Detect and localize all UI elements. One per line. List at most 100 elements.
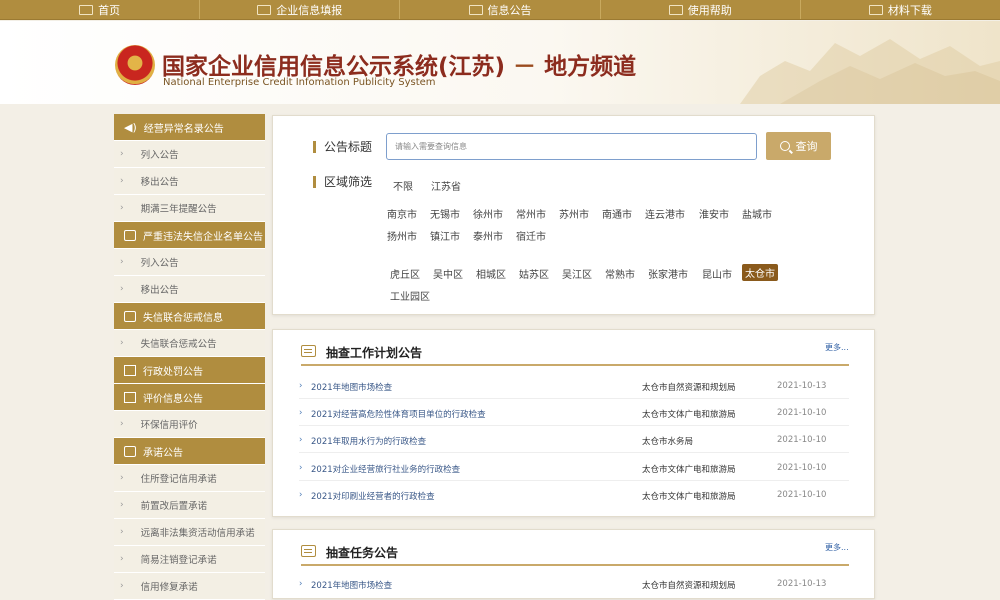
row-title[interactable]: 2021年地图市场检查 [311, 381, 392, 393]
city-chip[interactable]: 常州市 [516, 206, 546, 221]
city-chip[interactable]: 连云港市 [645, 206, 685, 221]
nav-home[interactable]: 首页 [0, 0, 201, 19]
district-chip[interactable]: 吴江区 [562, 266, 592, 281]
document-icon [124, 391, 136, 403]
sidebar-item-credit-repair-commit[interactable]: › 信用修复承诺 [114, 573, 265, 600]
district-chip[interactable]: 姑苏区 [519, 266, 549, 281]
task-panel-header: 抽查任务公告 更多... [301, 542, 849, 566]
chevron-right-icon: › [299, 408, 303, 418]
chevron-right-icon: › [120, 257, 124, 267]
sidebar-item-joint-punishment[interactable]: › 失信联合惩戒公告 [114, 330, 265, 357]
city-chip[interactable]: 宿迁市 [516, 228, 546, 243]
sidebar-item-label: 信用修复承诺 [140, 582, 198, 593]
city-chip[interactable]: 南通市 [602, 206, 632, 221]
city-chip[interactable]: 淮安市 [699, 206, 729, 221]
sidebar-item-simple-cancel-commit[interactable]: › 简易注销登记承诺 [114, 546, 265, 573]
district-chip[interactable]: 虎丘区 [390, 266, 420, 281]
region-chip-province[interactable]: 江苏省 [431, 178, 461, 193]
district-chip-selected[interactable]: 太仓市 [742, 264, 778, 281]
district-chip[interactable]: 工业园区 [390, 288, 430, 303]
row-org: 太仓市文体广电和旅游局 [642, 492, 736, 502]
chevron-right-icon: › [120, 419, 124, 429]
header-banner: 国家企业信用信息公示系统(江苏) － 地方频道 National Enterpr… [0, 21, 1000, 104]
nav-downloads[interactable]: 材料下载 [801, 0, 1000, 19]
search-input[interactable] [386, 133, 757, 160]
site-title-sub: 地方频道 [544, 54, 637, 80]
district-chip[interactable]: 吴中区 [433, 266, 463, 281]
plan-row[interactable]: › 2021年取用水行为的行政检查 太仓市水务局 2021-10-10 [299, 426, 849, 453]
sidebar-group-commitment[interactable]: 承诺公告 [114, 438, 265, 465]
nav-announcements[interactable]: 信息公告 [400, 0, 601, 19]
city-chip[interactable]: 扬州市 [387, 228, 417, 243]
city-chip[interactable]: 苏州市 [559, 206, 589, 221]
chevron-right-icon: › [299, 579, 303, 589]
calendar-icon [124, 445, 136, 457]
task-announcement-panel: 抽查任务公告 更多... › 2021年地图市场检查 太仓市自然资源和规划局 2021… [272, 529, 875, 599]
sidebar-item-violation-remove[interactable]: › 移出公告 [114, 276, 265, 303]
row-title[interactable]: 2021对企业经营旅行社业务的行政检查 [311, 463, 460, 475]
row-title[interactable]: 2021对经营高危险性体育项目单位的行政检查 [311, 408, 486, 420]
sidebar-item-env-credit[interactable]: › 环保信用评价 [114, 411, 265, 438]
plan-row[interactable]: › 2021年地图市场检查 太仓市自然资源和规划局 2021-10-13 [299, 372, 849, 399]
row-title[interactable]: 2021年取用水行为的行政检查 [311, 435, 426, 447]
nav-info-report[interactable]: 企业信息填报 [200, 0, 401, 19]
city-chip[interactable]: 无锡市 [430, 206, 460, 221]
city-chip[interactable]: 镇江市 [430, 228, 460, 243]
chevron-right-icon: › [120, 203, 124, 213]
label-bar [313, 175, 316, 188]
plan-row[interactable]: › 2021对经营高危险性体育项目单位的行政检查 太仓市文体广电和旅游局 2021-1… [299, 399, 849, 426]
row-org: 太仓市文体广电和旅游局 [642, 410, 736, 420]
district-chip[interactable]: 相城区 [476, 266, 506, 281]
monitor-icon [79, 4, 94, 15]
row-org: 太仓市自然资源和规划局 [642, 581, 736, 591]
row-date: 2021-10-10 [777, 490, 827, 500]
task-row[interactable]: › 2021年地图市场检查 太仓市自然资源和规划局 2021-10-13 [299, 570, 849, 597]
search-button[interactable]: 查询 [766, 132, 831, 160]
plan-more-link[interactable]: 更多... [825, 342, 849, 353]
plan-row[interactable]: › 2021对印刷业经营者的行政检查 太仓市文体广电和旅游局 2021-10-10 [299, 481, 849, 508]
region-chip-any[interactable]: 不限 [393, 178, 413, 193]
pen-icon [868, 4, 883, 15]
chevron-right-icon: › [120, 500, 124, 510]
sidebar-group-evaluation[interactable]: 评价信息公告 [114, 384, 265, 411]
chevron-right-icon: › [299, 435, 303, 445]
sidebar-item-abnormal-expiry[interactable]: › 期满三年提醒公告 [114, 195, 265, 222]
speaker-icon [668, 4, 683, 15]
sidebar-group-label: 经营异常名录公告 [143, 123, 224, 135]
sidebar-item-prepost-commit[interactable]: › 前置改后置承诺 [114, 492, 265, 519]
city-chip[interactable]: 南京市 [387, 206, 417, 221]
calendar-icon [124, 229, 136, 241]
city-chip[interactable]: 泰州市 [473, 228, 503, 243]
row-title[interactable]: 2021年地图市场检查 [311, 579, 392, 591]
sidebar-item-abnormal-remove[interactable]: › 移出公告 [114, 168, 265, 195]
row-title[interactable]: 2021对印刷业经营者的行政检查 [311, 490, 435, 502]
sidebar-item-label: 移出公告 [140, 177, 179, 188]
sidebar-item-fundraising-commit[interactable]: › 远离非法集资活动信用承诺 [114, 519, 265, 546]
sidebar-item-residence-commit[interactable]: › 住所登记信用承诺 [114, 465, 265, 492]
site-title-en: National Enterprise Credit Infomation Pu… [163, 77, 436, 88]
sidebar-group-label: 行政处罚公告 [143, 366, 203, 378]
sidebar-group-serious-violation[interactable]: 严重违法失信企业名单公告 [114, 222, 265, 249]
city-chip[interactable]: 徐州市 [473, 206, 503, 221]
plan-announcement-panel: 抽查工作计划公告 更多... › 2021年地图市场检查 太仓市自然资源和规划局 20… [272, 329, 875, 517]
sidebar-group-abnormal[interactable]: ◀) 经营异常名录公告 [114, 114, 265, 141]
nav-help[interactable]: 使用帮助 [601, 0, 801, 19]
sidebar-group-admin-penalty[interactable]: 行政处罚公告 [114, 357, 265, 384]
nav-downloads-label: 材料下载 [887, 3, 932, 17]
sidebar-item-abnormal-list[interactable]: › 列入公告 [114, 141, 265, 168]
sidebar-group-label: 严重违法失信企业名单公告 [143, 231, 263, 243]
region-filter-label: 区域筛选 [313, 173, 372, 190]
sidebar-item-label: 简易注销登记承诺 [140, 555, 217, 566]
sidebar-item-label: 期满三年提醒公告 [140, 204, 217, 215]
plan-row[interactable]: › 2021对企业经营旅行社业务的行政检查 太仓市文体广电和旅游局 2021-10-1… [299, 454, 849, 481]
plan-panel-title: 抽查工作计划公告 [326, 346, 423, 360]
city-chip[interactable]: 盐城市 [742, 206, 772, 221]
district-chip[interactable]: 张家港市 [648, 266, 688, 281]
sidebar-group-joint-punishment[interactable]: 失信联合惩戒信息 [114, 303, 265, 330]
district-chip[interactable]: 常熟市 [605, 266, 635, 281]
sidebar-item-label: 移出公告 [140, 285, 179, 296]
sidebar-item-violation-list[interactable]: › 列入公告 [114, 249, 265, 276]
district-chip[interactable]: 昆山市 [702, 266, 732, 281]
task-more-link[interactable]: 更多... [825, 542, 849, 553]
sidebar-group-label: 失信联合惩戒信息 [143, 312, 223, 324]
